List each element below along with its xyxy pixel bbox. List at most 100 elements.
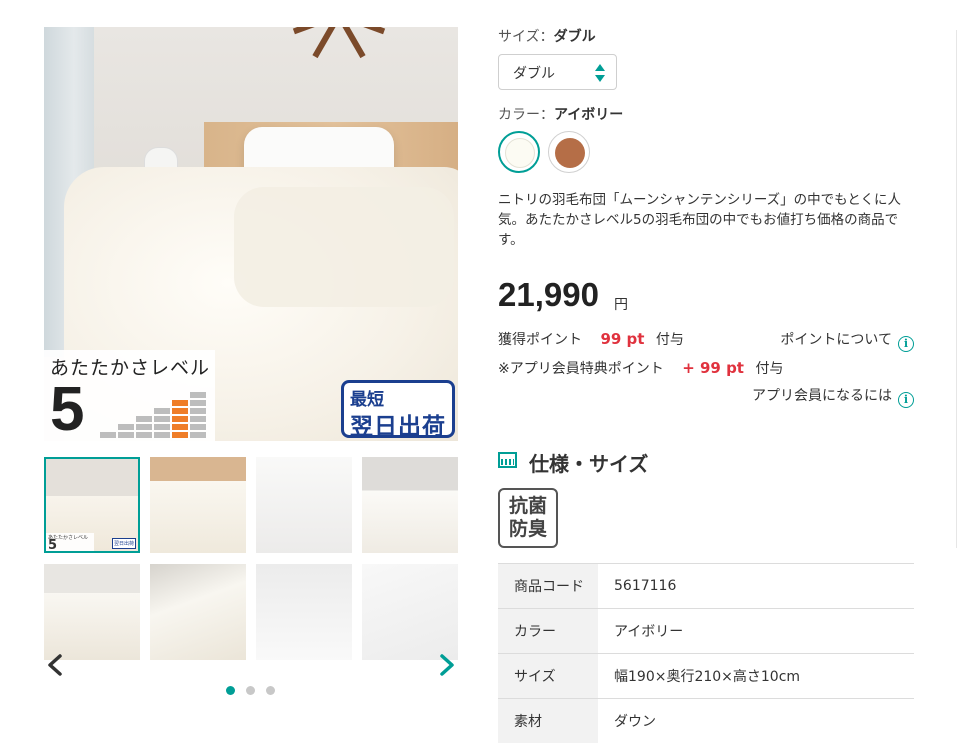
spec-key: サイズ [498, 653, 598, 699]
table-row: カラー アイボリー [498, 608, 914, 654]
size-label-row: サイズ：ダブル [498, 26, 596, 46]
warmth-bar-segment [172, 416, 188, 422]
spec-key: 素材 [498, 698, 598, 743]
ruler-icon [498, 452, 517, 468]
thumbnail-photo [150, 564, 246, 660]
spec-value: 幅190×奥行210×高さ10cm [614, 669, 801, 685]
price-unit: 円 [614, 297, 628, 313]
about-points-link[interactable]: ポイントについて i [780, 329, 914, 352]
select-arrows-icon [595, 64, 605, 82]
spec-key: 商品コード [498, 563, 598, 609]
warmth-bar-segment [190, 424, 206, 430]
pagination-dot[interactable] [246, 686, 255, 695]
spec-value: アイボリー [614, 624, 684, 640]
color-swatch-brown-fill [555, 138, 585, 168]
info-icon: i [898, 336, 914, 352]
warmth-bar [190, 392, 206, 438]
spec-key: カラー [498, 608, 598, 654]
prev-image-button[interactable] [44, 653, 68, 677]
color-swatch-brown[interactable] [548, 131, 590, 173]
warmth-bar-segment [154, 424, 170, 430]
warmth-bar-segment [172, 408, 188, 414]
table-row: 素材 ダウン [498, 698, 914, 743]
thumbnail-image[interactable] [150, 564, 246, 660]
warmth-bar-segment [190, 400, 206, 406]
feature-badge-line1: 抗菌 [508, 495, 547, 517]
warmth-bar-segment [136, 432, 152, 438]
earned-points-suffix: 付与 [655, 332, 684, 348]
app-points-suffix: 付与 [755, 361, 784, 377]
product-gallery: あたたかさレベル 5 最短 翌日出荷 あたたかさレベル 5 翌日出荷 [44, 27, 458, 660]
thumbnail-image[interactable] [362, 457, 458, 553]
warmth-bar-segment [100, 432, 116, 438]
thumbnail-image[interactable] [256, 564, 352, 660]
app-points-value: + 99 pt [682, 359, 744, 377]
warmth-level-badge: あたたかさレベル 5 [44, 350, 215, 441]
warmth-bar-segment [172, 424, 188, 430]
image-duvet-fold [234, 187, 454, 307]
pagination-dot[interactable] [226, 686, 235, 695]
warmth-bar-segment [172, 432, 188, 438]
thumbnail-image[interactable] [362, 564, 458, 660]
warmth-bar [118, 424, 134, 438]
size-select-value: ダブル [513, 66, 555, 82]
size-current-value: ダブル [553, 29, 596, 45]
warmth-bar-segment [190, 432, 206, 438]
warmth-bar-segment [118, 432, 134, 438]
color-swatch-ivory[interactable] [498, 131, 540, 173]
price-amount: 21,990 [498, 276, 599, 313]
warmth-bar [172, 400, 188, 438]
thumbnail-image[interactable] [150, 457, 246, 553]
thumbnail-photo [256, 564, 352, 660]
spec-table: 商品コード 5617116 カラー アイボリー サイズ 幅190×奥行210×高… [498, 563, 914, 743]
warmth-bar-segment [154, 416, 170, 422]
thumbnail-image[interactable] [256, 457, 352, 553]
app-points-label: ※アプリ会員特典ポイント [498, 361, 664, 377]
earned-points-row: 獲得ポイント 99 pt 付与 [498, 329, 684, 349]
warmth-bar-segment [190, 408, 206, 414]
app-member-label: アプリ会員になるには [752, 388, 892, 404]
thumbnail-caption: あたたかさレベル 5 [46, 533, 94, 551]
thumbnail-image[interactable] [44, 564, 140, 660]
about-points-label: ポイントについて [780, 332, 892, 348]
warmth-bar-segment [136, 424, 152, 430]
color-current-value: アイボリー [554, 107, 624, 123]
thumbnail-photo [150, 457, 246, 553]
product-description: ニトリの羽毛布団「ムーンシャンテンシリーズ」の中でもとくに人気。あたたかさレベル… [498, 192, 901, 248]
size-select[interactable]: ダブル [498, 54, 617, 90]
warmth-bar-segment [190, 392, 206, 398]
warmth-level-bars [100, 382, 210, 438]
thumbnail-caption-level: 5 [48, 538, 58, 553]
shipping-badge: 最短 翌日出荷 [341, 380, 455, 440]
thumbnail-shipping-badge: 翌日出荷 [111, 538, 136, 549]
size-label: サイズ： [498, 29, 554, 45]
thumbnail-photo [256, 457, 352, 553]
main-product-image[interactable]: あたたかさレベル 5 最短 翌日出荷 [44, 27, 458, 441]
table-row: 商品コード 5617116 [498, 563, 914, 609]
spec-section-title: 仕様・サイズ [529, 452, 649, 476]
thumbnail-photo [44, 564, 140, 660]
gallery-pagination [226, 686, 275, 695]
color-label: カラー： [498, 107, 554, 123]
shipping-badge-line2: 翌日出荷 [350, 414, 446, 440]
warmth-level-number: 5 [50, 375, 85, 441]
earned-points-label: 獲得ポイント [498, 332, 582, 348]
thumbnail-photo [362, 564, 458, 660]
color-label-row: カラー：アイボリー [498, 104, 623, 124]
app-member-link[interactable]: アプリ会員になるには i [752, 385, 914, 408]
spec-value: ダウン [614, 714, 656, 730]
warmth-bar-segment [154, 432, 170, 438]
warmth-bar [136, 416, 152, 438]
warmth-bar [154, 408, 170, 438]
warmth-bar-segment [154, 408, 170, 414]
pagination-dot[interactable] [266, 686, 275, 695]
warmth-bar-segment [136, 416, 152, 422]
thumbnail-image[interactable]: あたたかさレベル 5 翌日出荷 [44, 457, 140, 553]
warmth-bar-segment [172, 400, 188, 406]
earned-points-value: 99 pt [600, 330, 645, 348]
table-row: サイズ 幅190×奥行210×高さ10cm [498, 653, 914, 699]
next-image-button[interactable] [434, 653, 458, 677]
info-icon: i [898, 392, 914, 408]
scrollbar-track[interactable] [956, 30, 960, 548]
color-swatch-ivory-fill [505, 138, 535, 168]
